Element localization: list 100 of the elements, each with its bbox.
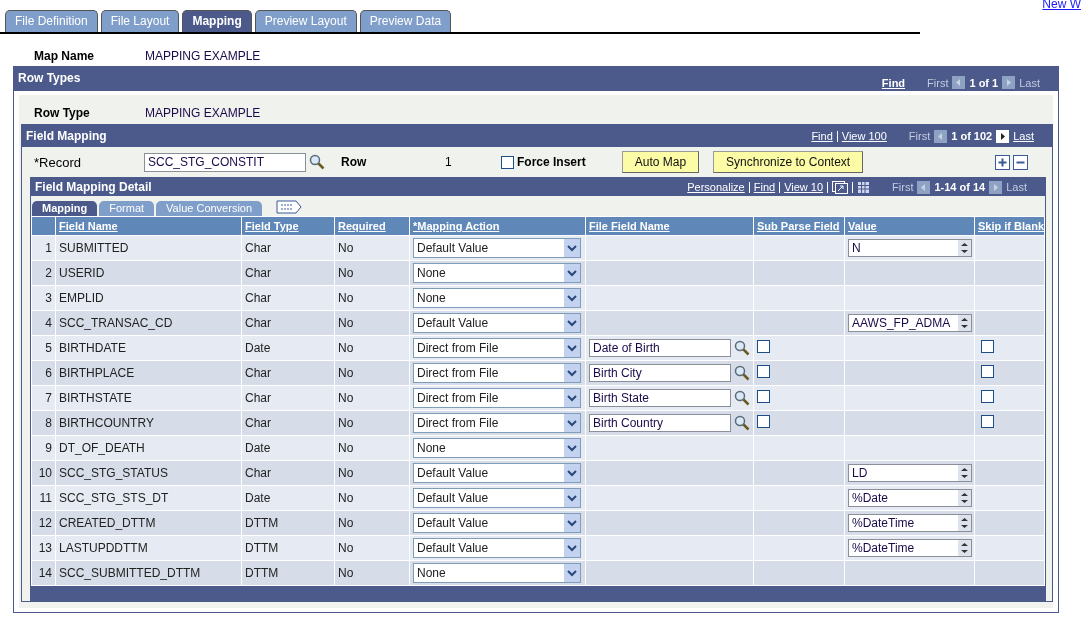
spinner-icon xyxy=(958,515,971,531)
mapping-action-dropdown[interactable]: None xyxy=(413,563,581,583)
next-icon[interactable] xyxy=(996,129,1010,143)
row-number: 13 xyxy=(38,541,52,555)
sub-parse-checkbox[interactable] xyxy=(757,390,770,403)
row-number: 10 xyxy=(38,466,52,480)
table-cell: DTTM xyxy=(245,566,279,580)
previous-icon[interactable] xyxy=(934,129,948,143)
table-cell: No xyxy=(338,391,354,405)
previous-icon[interactable] xyxy=(917,180,931,194)
mapping-action-dropdown[interactable]: Direct from File xyxy=(413,338,581,358)
table-cell: Date xyxy=(245,441,271,455)
value-field[interactable]: LD xyxy=(848,464,972,482)
value-field[interactable]: %DateTime xyxy=(848,514,972,532)
file-field-input[interactable]: Birth City xyxy=(589,364,731,382)
table-cell: Char xyxy=(245,416,271,430)
grid-link[interactable]: Personalize xyxy=(687,181,745,193)
action-button[interactable]: Synchronize to Context xyxy=(713,151,864,173)
sub-parse-checkbox[interactable] xyxy=(757,415,770,428)
search-icon[interactable] xyxy=(734,340,750,356)
skip-if-blank-checkbox[interactable] xyxy=(981,365,994,378)
grid-link[interactable]: View 10 xyxy=(784,181,824,193)
file-field-input[interactable]: Birth Country xyxy=(589,414,731,432)
mapping-action-dropdown[interactable]: Default Value xyxy=(413,538,581,558)
mapping-action-dropdown[interactable]: Direct from File xyxy=(413,388,581,408)
skip-if-blank-checkbox[interactable] xyxy=(981,390,994,403)
table-cell: No xyxy=(338,366,354,380)
search-icon[interactable] xyxy=(734,365,750,381)
value-field[interactable]: %DateTime xyxy=(848,539,972,557)
mapping-action-dropdown[interactable]: None xyxy=(413,288,581,308)
value-field[interactable]: AAWS_FP_ADMA xyxy=(848,314,972,332)
section-title: Field Mapping Detail xyxy=(35,180,153,194)
mapping-action-dropdown[interactable]: Default Value xyxy=(413,463,581,483)
column-header[interactable]: Field Name xyxy=(59,220,118,232)
view-link[interactable]: View 100 xyxy=(841,130,887,142)
skip-if-blank-checkbox[interactable] xyxy=(981,340,994,353)
previous-icon[interactable] xyxy=(952,76,966,89)
row-number: 7 xyxy=(45,391,52,405)
search-icon[interactable] xyxy=(309,154,325,170)
mapping-action-dropdown[interactable]: Direct from File xyxy=(413,363,581,383)
table-cell: No xyxy=(338,491,354,505)
find-link[interactable]: Find xyxy=(811,130,833,142)
mapping-action-dropdown[interactable]: Direct from File xyxy=(413,413,581,433)
mapping-action-dropdown[interactable]: Default Value xyxy=(413,513,581,533)
delete-row-icon[interactable] xyxy=(1013,154,1028,170)
action-button[interactable]: Auto Map xyxy=(621,151,700,173)
page-tab[interactable]: Mapping xyxy=(182,10,252,32)
find-link[interactable]: Find xyxy=(881,77,906,89)
mapping-action-dropdown[interactable]: Default Value xyxy=(413,238,581,258)
table-cell: CREATED_DTTM xyxy=(59,516,156,530)
table-cell: EMPLID xyxy=(59,291,104,305)
value-field[interactable]: %Date xyxy=(848,489,972,507)
mapping-action-dropdown[interactable]: None xyxy=(413,263,581,283)
page-count: 1-14 of 14 xyxy=(934,181,986,193)
skip-if-blank-checkbox[interactable] xyxy=(981,415,994,428)
last-link[interactable]: Last xyxy=(1013,130,1034,142)
table-cell: No xyxy=(338,541,354,555)
table-cell: No xyxy=(338,241,354,255)
page-count: 1 of 1 xyxy=(969,76,999,89)
mapping-action-dropdown[interactable]: Default Value xyxy=(413,313,581,333)
table-cell: BIRTHSTATE xyxy=(59,391,132,405)
chevron-icon xyxy=(564,389,580,407)
add-row-icon[interactable] xyxy=(995,154,1010,170)
column-header[interactable]: Value xyxy=(848,220,877,232)
new-window-link[interactable]: New W xyxy=(1042,0,1081,11)
section-title: Row Types xyxy=(18,71,82,85)
table-cell: Char xyxy=(245,316,271,330)
value-field[interactable]: N xyxy=(848,239,972,257)
first-label: First xyxy=(927,76,949,89)
search-icon[interactable] xyxy=(734,390,750,406)
record-field[interactable]: SCC_STG_CONSTIT xyxy=(144,152,306,172)
sub-parse-checkbox[interactable] xyxy=(757,365,770,378)
mapping-action-dropdown[interactable]: Default Value xyxy=(413,488,581,508)
file-field-input[interactable]: Date of Birth xyxy=(589,339,731,357)
table-cell: BIRTHCOUNTRY xyxy=(59,416,154,430)
table-cell: No xyxy=(338,441,354,455)
table-cell: BIRTHPLACE xyxy=(59,366,135,380)
show-all-columns-icon[interactable] xyxy=(276,200,303,214)
new-window-icon[interactable] xyxy=(832,180,849,194)
row-number: 5 xyxy=(45,341,52,355)
chevron-icon xyxy=(564,314,580,332)
table-cell: USERID xyxy=(59,266,105,280)
chevron-icon xyxy=(564,414,580,432)
grid-tab[interactable]: Mapping xyxy=(32,201,98,216)
sub-parse-checkbox[interactable] xyxy=(757,340,770,353)
table-cell: Char xyxy=(245,366,271,380)
force-insert-checkbox[interactable] xyxy=(501,155,514,169)
grid-icon[interactable] xyxy=(857,180,871,194)
mapping-action-dropdown[interactable]: None xyxy=(413,438,581,458)
chevron-icon xyxy=(564,439,580,457)
row-number: 6 xyxy=(45,366,52,380)
file-field-input[interactable]: Birth State xyxy=(589,389,731,407)
row-number: 14 xyxy=(38,566,52,580)
chevron-icon xyxy=(564,539,580,557)
chevron-icon xyxy=(564,564,580,582)
table-cell: No xyxy=(338,341,354,355)
chevron-icon xyxy=(564,264,580,282)
search-icon[interactable] xyxy=(734,415,750,431)
grid-link[interactable]: Find xyxy=(753,181,776,193)
chevron-icon xyxy=(564,339,580,357)
